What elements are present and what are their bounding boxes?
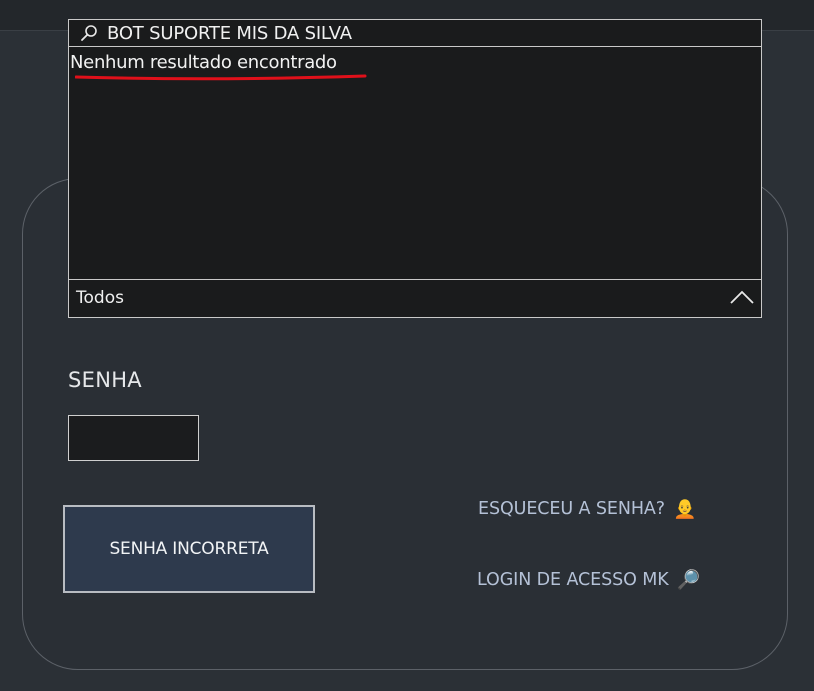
filter-all-label: Todos bbox=[76, 288, 124, 308]
login-access-link[interactable]: LOGIN DE ACESSO MK 🔎 bbox=[477, 568, 700, 591]
submit-button[interactable]: SENHA INCORRETA bbox=[63, 505, 315, 593]
red-annotation-underline bbox=[75, 74, 367, 81]
no-results-message: Nenhum resultado encontrado bbox=[70, 52, 337, 73]
magnifier-icon: 🔎 bbox=[676, 569, 701, 591]
person-icon: 🧑‍🦲 bbox=[672, 498, 697, 520]
login-access-label: LOGIN DE ACESSO MK bbox=[477, 570, 669, 590]
forgot-password-link[interactable]: ESQUECEU A SENHA? 🧑‍🦲 bbox=[478, 497, 697, 520]
chevron-up-icon[interactable] bbox=[729, 289, 755, 306]
user-select-dropdown[interactable]: Nenhum resultado encontrado Todos bbox=[68, 19, 762, 318]
forgot-password-label: ESQUECEU A SENHA? bbox=[478, 499, 665, 519]
password-label: SENHA bbox=[68, 368, 142, 392]
password-input[interactable] bbox=[68, 415, 199, 461]
dropdown-search-input[interactable] bbox=[107, 22, 747, 44]
dropdown-search-row[interactable] bbox=[69, 20, 761, 47]
search-icon bbox=[81, 25, 97, 41]
dropdown-filter-row[interactable]: Todos bbox=[69, 279, 761, 317]
